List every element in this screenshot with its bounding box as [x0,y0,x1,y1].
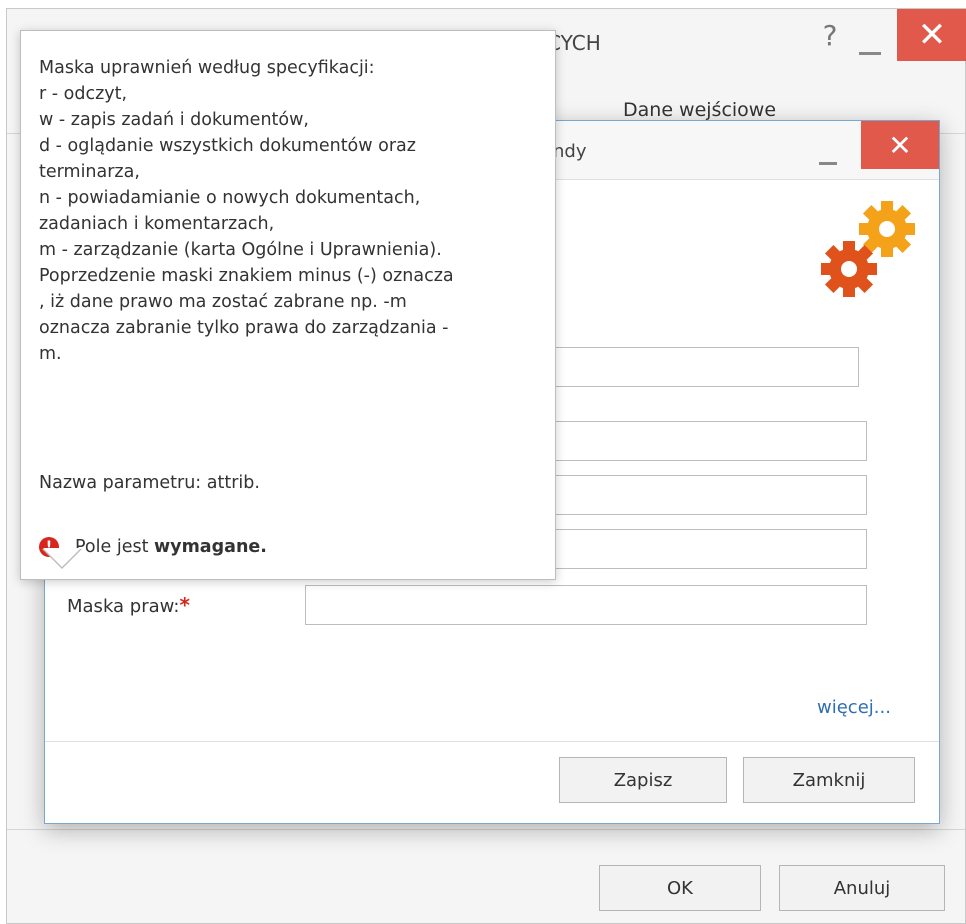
tab-dane-wejsciowe[interactable]: Dane wejściowe [623,99,776,121]
required-star: * [179,593,190,617]
tooltip-line: Poprzedzenie maski znakiem minus (-) ozn… [39,266,454,286]
text-field-4[interactable] [555,529,867,569]
inner-footer-divider [45,741,939,742]
help-icon[interactable]: ? [815,15,845,55]
tooltip-line: d - oglądanie wszystkich dokumentów oraz [39,136,416,156]
tooltip-param-name: Nazwa parametru: attrib. [39,473,260,493]
tooltip-line: w - zapis zadań i dokumentów, [39,110,309,130]
minimize-icon[interactable] [855,21,889,61]
tooltip-line: Maska uprawnień według specyfikacji: [39,58,375,78]
tooltip-line: zadaniach i komentarzach, [39,214,275,234]
text-input-4[interactable] [556,530,866,568]
save-button[interactable]: Zapisz [559,757,727,803]
mask-label-text: Maska praw: [67,596,180,617]
tooltip-line: oznacza zabranie tylko prawa do zarządza… [39,318,449,338]
mask-input[interactable] [306,586,866,624]
tooltip-line: m - zarządzanie (karta Ogólne i Uprawnie… [39,240,442,260]
text-input-2[interactable] [556,422,866,460]
text-input-3[interactable] [556,476,866,514]
gears-icon [821,191,921,301]
close-icon[interactable]: ✕ [861,121,939,169]
text-field-1[interactable] [529,347,859,387]
tooltip-line: m. [39,344,62,364]
tooltip-description: Maska uprawnień według specyfikacji: r -… [39,55,543,367]
text-field-3[interactable] [555,475,867,515]
mask-label: Maska praw:* [67,593,190,617]
minimize-icon[interactable] [815,137,845,167]
inner-dialog-title: ndy [553,141,587,162]
ok-button[interactable]: OK [599,865,761,911]
close-button[interactable]: Zamknij [743,757,915,803]
close-icon[interactable]: ✕ [897,9,966,61]
help-tooltip: Maska uprawnień według specyfikacji: r -… [20,30,556,580]
text-input-1[interactable] [530,348,858,386]
more-link[interactable]: więcej... [817,697,891,718]
mask-field[interactable] [305,585,867,625]
tooltip-line: n - powiadamianie o nowych dokumentach, [39,188,421,208]
text-field-2[interactable] [555,421,867,461]
tooltip-line: r - odczyt, [39,84,128,104]
required-prefix: Pole jest [75,537,154,557]
tooltip-line: terminarza, [39,162,140,182]
tooltip-pointer [42,548,82,569]
cancel-button[interactable]: Anuluj [779,865,945,911]
outer-footer-divider [7,829,965,830]
required-emphasis: wymagane. [154,537,267,557]
tooltip-line: , iż dane prawo ma zostać zabrane np. -m [39,292,407,312]
